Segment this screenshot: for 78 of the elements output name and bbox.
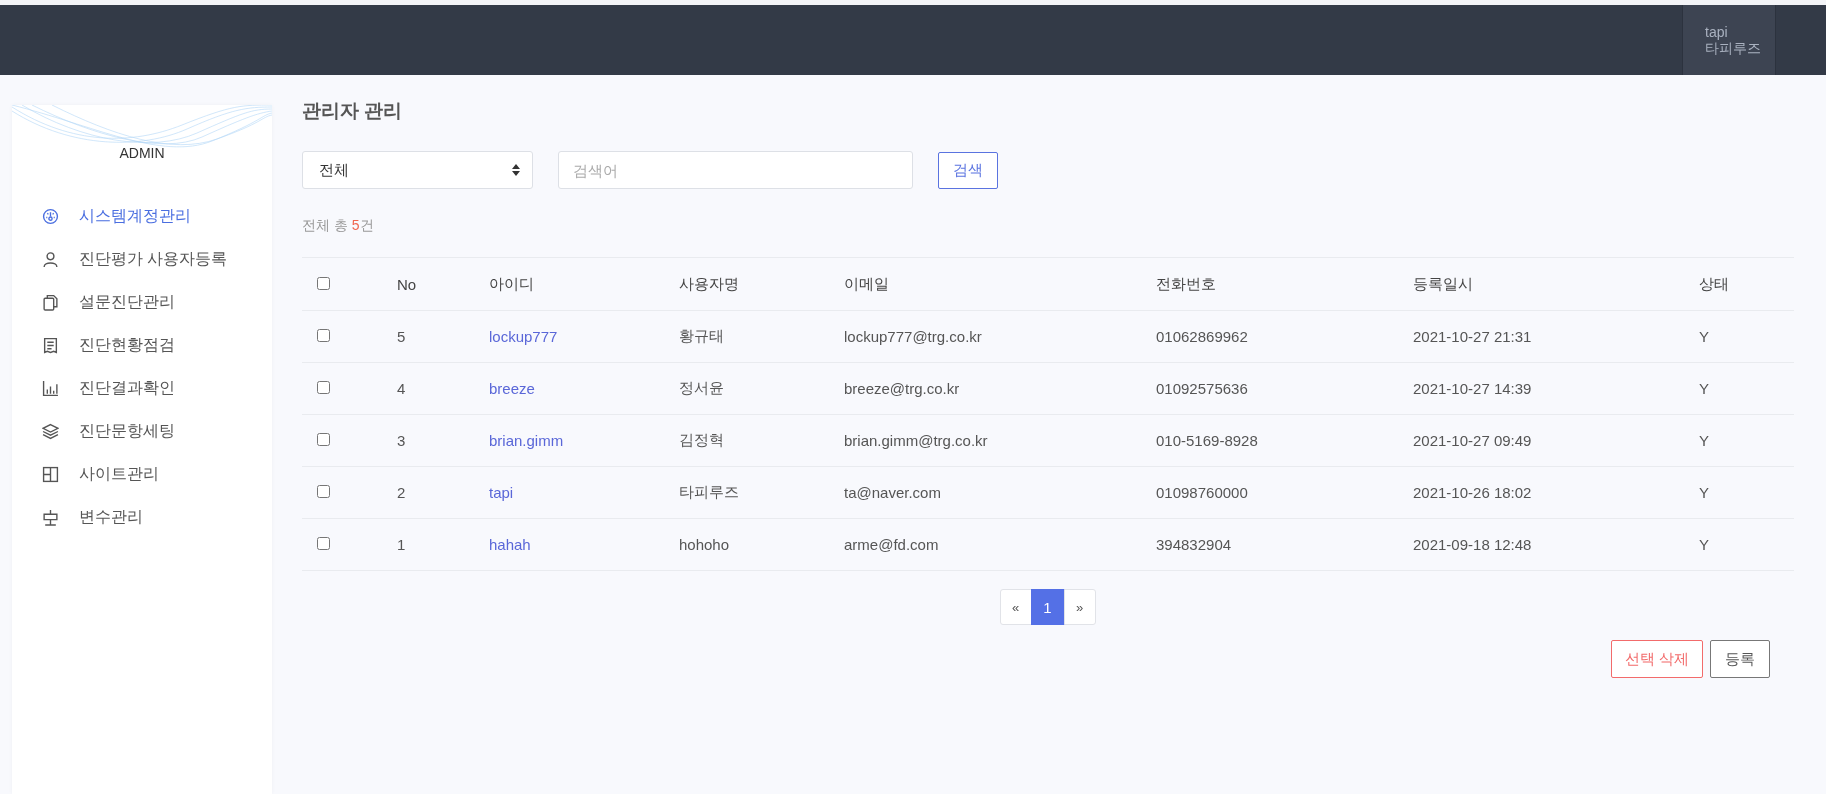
row-number: 4 <box>397 380 406 397</box>
previous-page-button[interactable]: « <box>999 589 1032 625</box>
table-cell: arme@fd.com <box>844 536 939 553</box>
table-cell: ta@naver.com <box>844 484 941 501</box>
search-field[interactable]: 검색어 <box>558 151 913 189</box>
table-cell: 2021-10-26 18:02 <box>1413 484 1532 501</box>
table-cell: 01062869962 <box>1156 328 1248 345</box>
column-header: 상태 <box>1698 257 1794 311</box>
register-button[interactable]: 등록 <box>1710 640 1770 678</box>
table-cell: 394832904 <box>1156 536 1232 553</box>
row-number: 5 <box>397 328 406 345</box>
layout-icon <box>42 466 59 483</box>
user-id-link[interactable]: breeze <box>489 380 535 397</box>
row-number: 1 <box>397 536 406 553</box>
user-menu[interactable]: tapi 타피루즈 <box>1682 5 1776 75</box>
table-cell: 황규태 <box>679 327 724 344</box>
table-cell: 김정혁 <box>679 431 724 448</box>
nav-item[interactable]: 진단현황점검 <box>42 324 175 367</box>
column-header: 사용자명 <box>678 257 843 311</box>
next-page-button[interactable]: » <box>1063 589 1096 625</box>
signpost-icon <box>42 509 59 526</box>
table-cell: hohoho <box>679 536 730 553</box>
user-id-link[interactable]: hahah <box>489 536 531 553</box>
table-cell: breeze@trg.co.kr <box>844 380 960 397</box>
sort-caret-icon <box>512 164 520 176</box>
bar-chart-icon <box>42 380 59 397</box>
table-cell: lockup777@trg.co.kr <box>844 328 982 345</box>
user-id-link[interactable]: tapi <box>489 484 514 501</box>
table-cell: brian.gimm@trg.co.kr <box>844 432 988 449</box>
nav-item[interactable]: 변수관리 <box>42 496 143 539</box>
table-cell: Y <box>1699 380 1709 397</box>
table-cell: 2021-09-18 12:48 <box>1413 536 1532 553</box>
row-checkbox[interactable] <box>317 433 330 446</box>
layers-icon <box>42 423 59 440</box>
total-count: 전체 총 5건 <box>302 217 375 235</box>
column-header: 등록일시 <box>1412 257 1698 311</box>
table-cell: 2021-10-27 14:39 <box>1413 380 1532 397</box>
nav-item[interactable]: 진단문항세팅 <box>42 410 175 453</box>
nav-item[interactable]: 진단평가 사용자등록 <box>42 238 228 281</box>
nav-item[interactable]: 설문진단관리 <box>42 281 175 324</box>
nav-item[interactable]: 시스템계정관리 <box>42 195 191 238</box>
nav-item[interactable]: 진단결과확인 <box>42 367 175 410</box>
table-cell: Y <box>1699 484 1709 501</box>
copy-icon <box>42 294 59 311</box>
table-cell: 2021-10-27 09:49 <box>1413 432 1532 449</box>
table-cell: 010-5169-8928 <box>1156 432 1258 449</box>
user-icon <box>42 251 59 268</box>
search-button[interactable]: 검색 <box>938 151 998 189</box>
table-cell: 01098760000 <box>1156 484 1248 501</box>
table-cell: 타피루즈 <box>679 483 739 500</box>
column-header: No <box>396 257 488 311</box>
sidebar-title: ADMIN <box>118 145 166 161</box>
user-id: tapi <box>1705 24 1729 40</box>
document-icon <box>42 337 59 354</box>
select-all-checkbox[interactable] <box>317 276 330 290</box>
column-header: 전화번호 <box>1155 257 1412 311</box>
row-checkbox[interactable] <box>317 485 330 498</box>
nav-item[interactable]: 사이트관리 <box>42 453 159 496</box>
row-number: 3 <box>397 432 406 449</box>
user-name: 타피루즈 <box>1705 40 1762 56</box>
row-checkbox[interactable] <box>317 329 330 342</box>
table-cell: 2021-10-27 21:31 <box>1413 328 1532 345</box>
column-header: 아이디 <box>488 257 678 311</box>
table-cell: 정서윤 <box>679 379 724 396</box>
row-checkbox[interactable] <box>317 381 330 394</box>
table-cell: Y <box>1699 432 1709 449</box>
user-id-link[interactable]: brian.gimm <box>489 432 564 449</box>
table-cell: 01092575636 <box>1156 380 1248 397</box>
category-select[interactable]: 전체 <box>302 151 533 189</box>
table-cell: Y <box>1699 536 1709 553</box>
user-id-link[interactable]: lockup777 <box>489 328 558 345</box>
row-number: 2 <box>397 484 406 501</box>
table-cell: Y <box>1699 328 1709 345</box>
column-header: 이메일 <box>843 257 1155 311</box>
page-button[interactable]: 1 <box>1030 589 1065 625</box>
gauge-icon <box>42 208 59 225</box>
page-title: 관리자 관리 <box>302 99 404 123</box>
row-checkbox[interactable] <box>317 537 330 550</box>
